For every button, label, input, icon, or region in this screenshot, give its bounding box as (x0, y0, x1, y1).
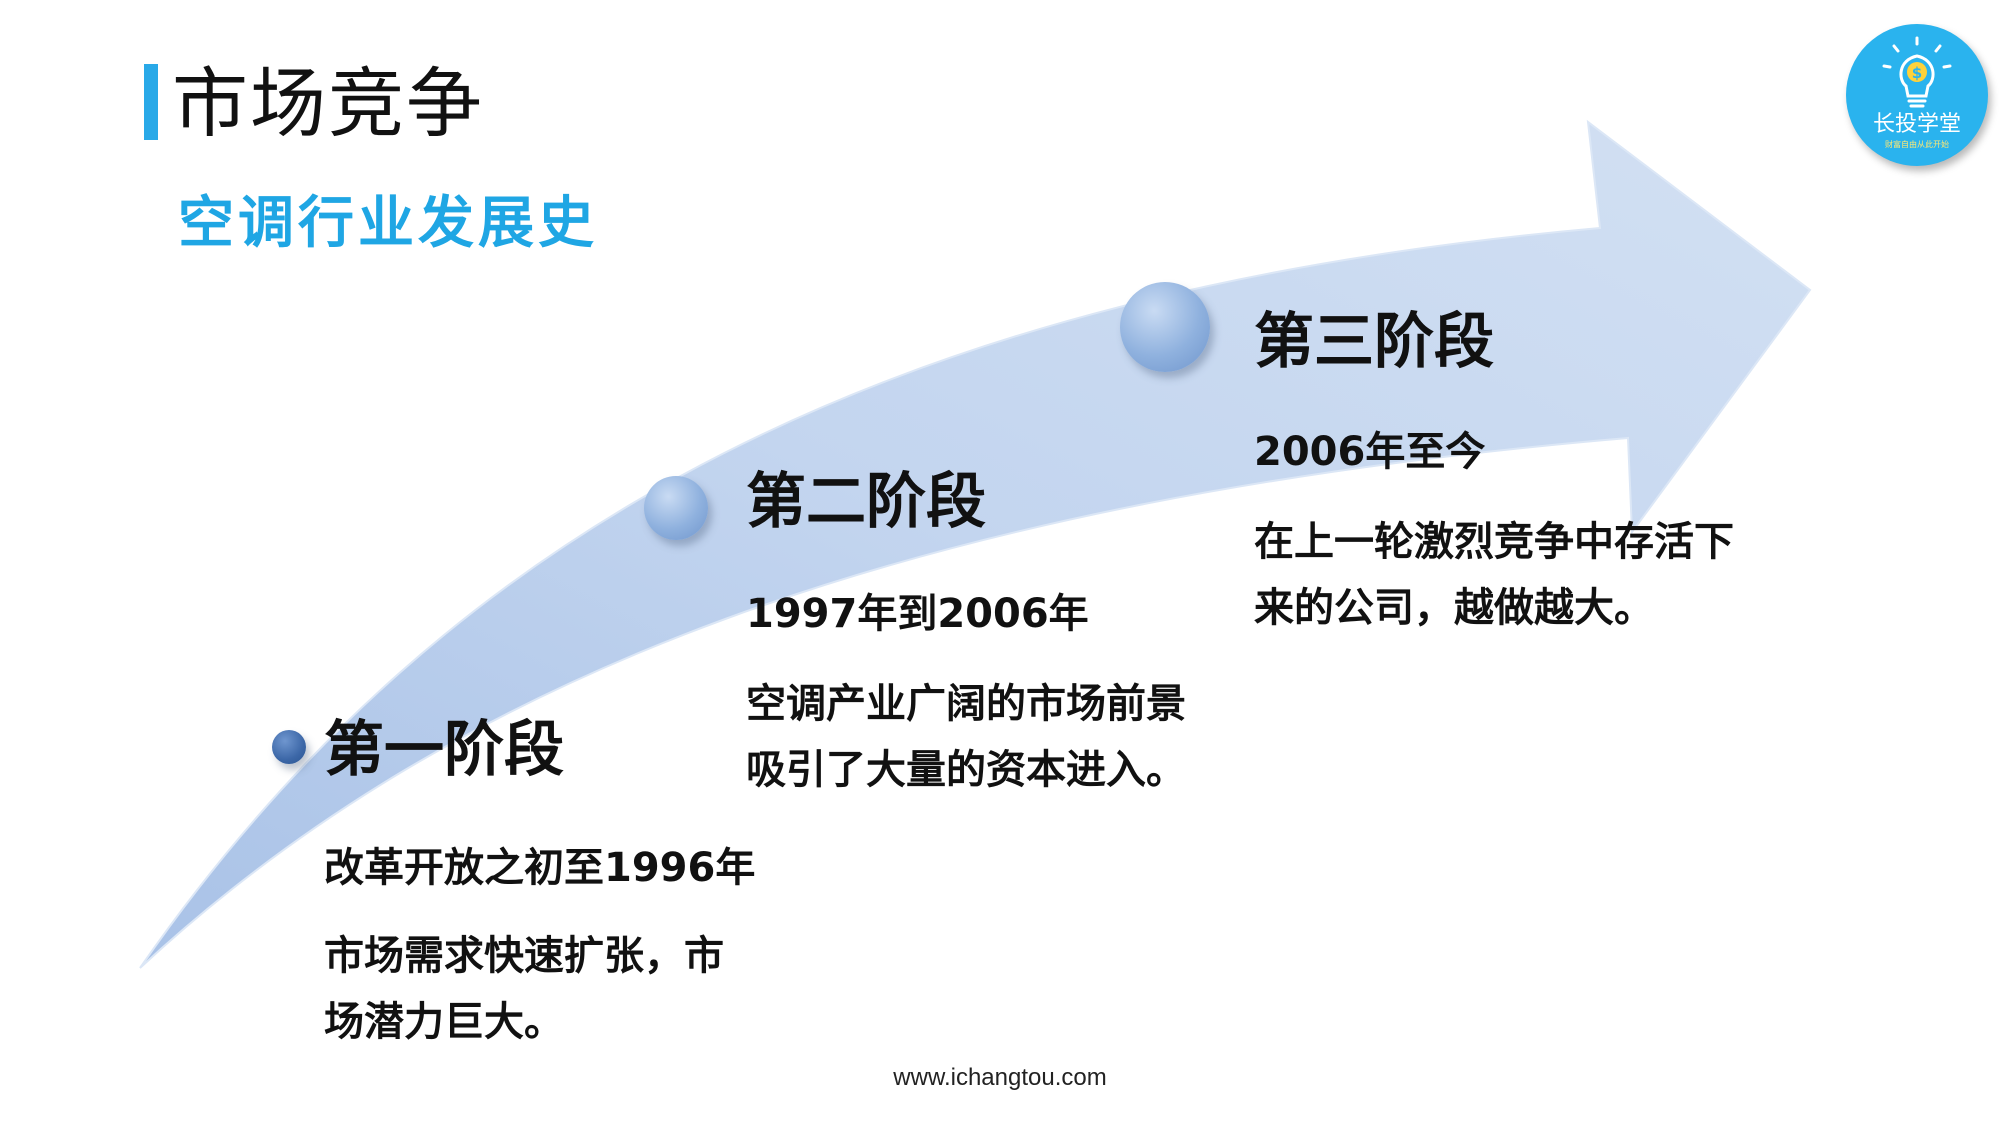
stage-1-title: 第一阶段 (324, 715, 564, 785)
brand-logo: $ 长投学堂 财富自由从此开始 (1846, 24, 1988, 166)
stage-1-description-line-2: 场潜力巨大。 (324, 999, 564, 1045)
stage-3-description-line-2: 来的公司，越做越大。 (1254, 585, 1654, 631)
footer-url: www.ichangtou.com (893, 1064, 1107, 1091)
stage-3-description-line-1: 在上一轮激烈竞争中存活下 (1254, 519, 1734, 565)
stage-2-description-line-1: 空调产业广阔的市场前景 (746, 681, 1186, 727)
logo-tagline: 财富自由从此开始 (1885, 140, 1949, 149)
stage-3-title: 第三阶段 (1254, 307, 1494, 377)
svg-text:$: $ (1912, 64, 1922, 82)
logo-name: 长投学堂 (1872, 112, 1961, 137)
stage-3-period: 2006年至今 (1254, 429, 1486, 475)
stage-2-title: 第二阶段 (746, 467, 986, 537)
stage-1-period: 改革开放之初至1996年 (324, 845, 756, 891)
stage-2-description-line-2: 吸引了大量的资本进入。 (746, 747, 1186, 793)
stage-3-dot (1120, 282, 1210, 372)
stage-2-dot (644, 476, 708, 540)
stage-2-period: 1997年到2006年 (746, 591, 1089, 637)
stage-1-description-line-1: 市场需求快速扩张，市 (324, 933, 724, 979)
stage-1-dot (272, 730, 306, 764)
